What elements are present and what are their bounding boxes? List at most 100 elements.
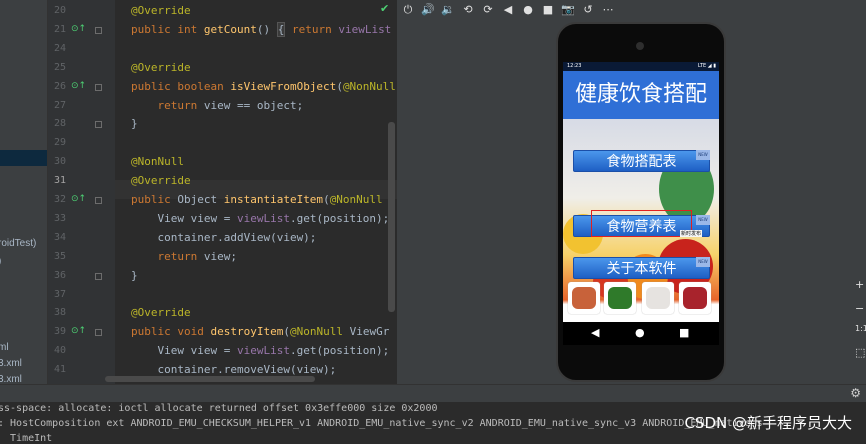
line-number: 40: [53, 345, 66, 357]
emulator-zoom-toolbar: + − 1:1 ⬚: [853, 270, 866, 370]
ribbon-badge: NEW: [696, 257, 710, 267]
volume-up-icon[interactable]: 🔊: [419, 1, 437, 19]
zoom-out-icon[interactable]: −: [855, 302, 864, 315]
console-line: : HostComposition ext ANDROID_EMU_CHECKS…: [0, 418, 763, 429]
fold-marker-icon[interactable]: [95, 121, 102, 129]
camera-icon[interactable]: 📷: [559, 1, 577, 19]
rotate-right-icon[interactable]: ⟳: [479, 1, 497, 19]
code-line[interactable]: }: [131, 117, 138, 130]
code-line[interactable]: @Override: [131, 4, 191, 17]
ribbon-badge: NEW: [696, 150, 710, 160]
code-line[interactable]: return view == object;: [131, 99, 303, 112]
nav-back-icon[interactable]: ◀: [591, 326, 599, 339]
editor-horizontal-scrollbar[interactable]: [105, 376, 315, 382]
code-line[interactable]: public int getCount() { return viewList: [131, 21, 391, 37]
code-token: view;: [203, 249, 237, 263]
thumbnail-spinach[interactable]: [604, 282, 636, 314]
overview-icon[interactable]: ■: [539, 1, 557, 19]
project-item[interactable]: 3.xml: [0, 374, 22, 384]
code-line[interactable]: return view;: [131, 250, 237, 263]
menu-button-about[interactable]: 关于本软件 NEW: [573, 257, 710, 279]
nav-recents-icon[interactable]: ■: [679, 326, 689, 339]
thumbnail-garlic[interactable]: [642, 282, 674, 314]
line-number: 32: [53, 194, 66, 205]
project-selected-row[interactable]: [0, 150, 47, 166]
code-token: container.removeView(view);: [131, 363, 337, 377]
code-token: viewList: [236, 211, 290, 225]
thumbnail-crab[interactable]: [568, 282, 600, 314]
code-line[interactable]: container.removeView(view);: [131, 363, 336, 376]
code-line[interactable]: public void destroyItem(@NonNull ViewGr: [131, 325, 389, 338]
fold-marker-icon[interactable]: [95, 197, 102, 204]
editor-vertical-scrollbar[interactable]: [388, 122, 395, 312]
line-number: 28: [53, 118, 66, 130]
power-icon[interactable]: ⏻: [399, 1, 417, 19]
code-token: (: [323, 193, 330, 206]
project-item[interactable]: roidTest): [0, 238, 36, 249]
project-item[interactable]: ): [0, 256, 1, 267]
code-token: @NonNull: [131, 155, 184, 169]
line-number: 33: [53, 212, 66, 224]
code-token: getCount: [203, 22, 257, 36]
code-line[interactable]: @Override: [131, 306, 191, 319]
more-icon[interactable]: ⋯: [599, 1, 617, 19]
status-signal: LTE ◢ ▮: [697, 63, 716, 69]
replay-icon[interactable]: ↺: [579, 1, 597, 19]
code-line[interactable]: View view = viewList.get(position);: [131, 212, 389, 225]
line-number: 27: [53, 99, 66, 111]
code-token: @Override: [131, 306, 191, 320]
line-number: 20: [53, 5, 66, 16]
menu-button-label: 食物搭配表: [606, 154, 677, 170]
code-token: @NonNull: [289, 325, 350, 339]
code-line[interactable]: @Override: [131, 174, 191, 187]
line-number: 38: [53, 307, 66, 319]
status-time: 12:23: [567, 63, 582, 69]
override-gutter-icon[interactable]: ⊙↑: [71, 24, 86, 34]
override-gutter-icon[interactable]: ⊙↑: [71, 81, 86, 91]
gear-icon[interactable]: ⚙: [850, 386, 861, 400]
code-token: ViewGr: [349, 325, 390, 339]
zoom-in-icon[interactable]: +: [855, 278, 864, 291]
fold-marker-icon[interactable]: [95, 83, 102, 91]
project-item[interactable]: 3.xml: [0, 358, 22, 369]
back-icon[interactable]: ◀: [499, 1, 517, 19]
code-token: return: [131, 98, 204, 112]
override-gutter-icon[interactable]: ⊙↑: [71, 194, 86, 204]
code-line[interactable]: public boolean isViewFromObject(@NonNull: [131, 80, 396, 93]
project-panel: roidTest) ) ml 3.xml 3.xml: [0, 0, 47, 384]
code-editor[interactable]: @Override public int getCount() { return …: [115, 0, 397, 384]
code-token: @NonNull: [329, 193, 383, 206]
phone-frame: 12:23 LTE ◢ ▮ 健康饮食搭配 食物搭配表 NEW 食物营养表 NEW…: [556, 22, 726, 382]
navigation-bar: ◀ ● ■: [563, 322, 719, 345]
line-number: 34: [53, 231, 66, 243]
code-line[interactable]: View view = viewList.get(position);: [131, 344, 389, 357]
code-token: .get(position);: [289, 344, 390, 358]
actual-size-icon[interactable]: 1:1: [855, 324, 866, 333]
editor-gutter: 20 21 ⊙↑ 24 25 26 ⊙↑ 27 28 29 30 31 32 ⊙↑ 33 34 35 36 37 38…: [47, 0, 116, 384]
code-token: (: [283, 325, 290, 339]
emulator-panel: ⏻ 🔊 🔉 ⟲ ⟳ ◀ ● ■ 📷 ↺ ⋯ 12:23 LTE ◢ ▮ 健康饮食…: [397, 0, 866, 384]
project-item[interactable]: ml: [0, 342, 9, 353]
code-token: viewList: [236, 344, 290, 358]
nav-home-icon[interactable]: ●: [635, 326, 645, 339]
ribbon-badge: NEW: [696, 215, 710, 225]
home-icon[interactable]: ●: [519, 1, 537, 19]
code-token: View view =: [131, 344, 237, 358]
line-number: 29: [53, 137, 66, 149]
fold-marker-icon[interactable]: [95, 329, 102, 337]
thumbnail-meat[interactable]: [679, 282, 711, 314]
line-number: 21: [53, 23, 66, 35]
fit-screen-icon[interactable]: ⬚: [855, 346, 865, 359]
code-line[interactable]: public Object instantiateItem(@NonNull: [131, 193, 383, 206]
code-line[interactable]: }: [131, 269, 138, 282]
rotate-left-icon[interactable]: ⟲: [459, 1, 477, 19]
volume-down-icon[interactable]: 🔉: [439, 1, 457, 19]
status-bar: 12:23 LTE ◢ ▮: [563, 62, 719, 71]
fold-marker-icon[interactable]: [95, 272, 102, 280]
menu-button-food-pairing[interactable]: 食物搭配表 NEW: [573, 150, 710, 172]
override-gutter-icon[interactable]: ⊙↑: [71, 326, 86, 336]
code-line[interactable]: @NonNull: [131, 155, 184, 168]
code-line[interactable]: @Override: [131, 61, 191, 74]
code-line[interactable]: container.addView(view);: [131, 231, 316, 244]
fold-marker-icon[interactable]: [95, 26, 102, 34]
